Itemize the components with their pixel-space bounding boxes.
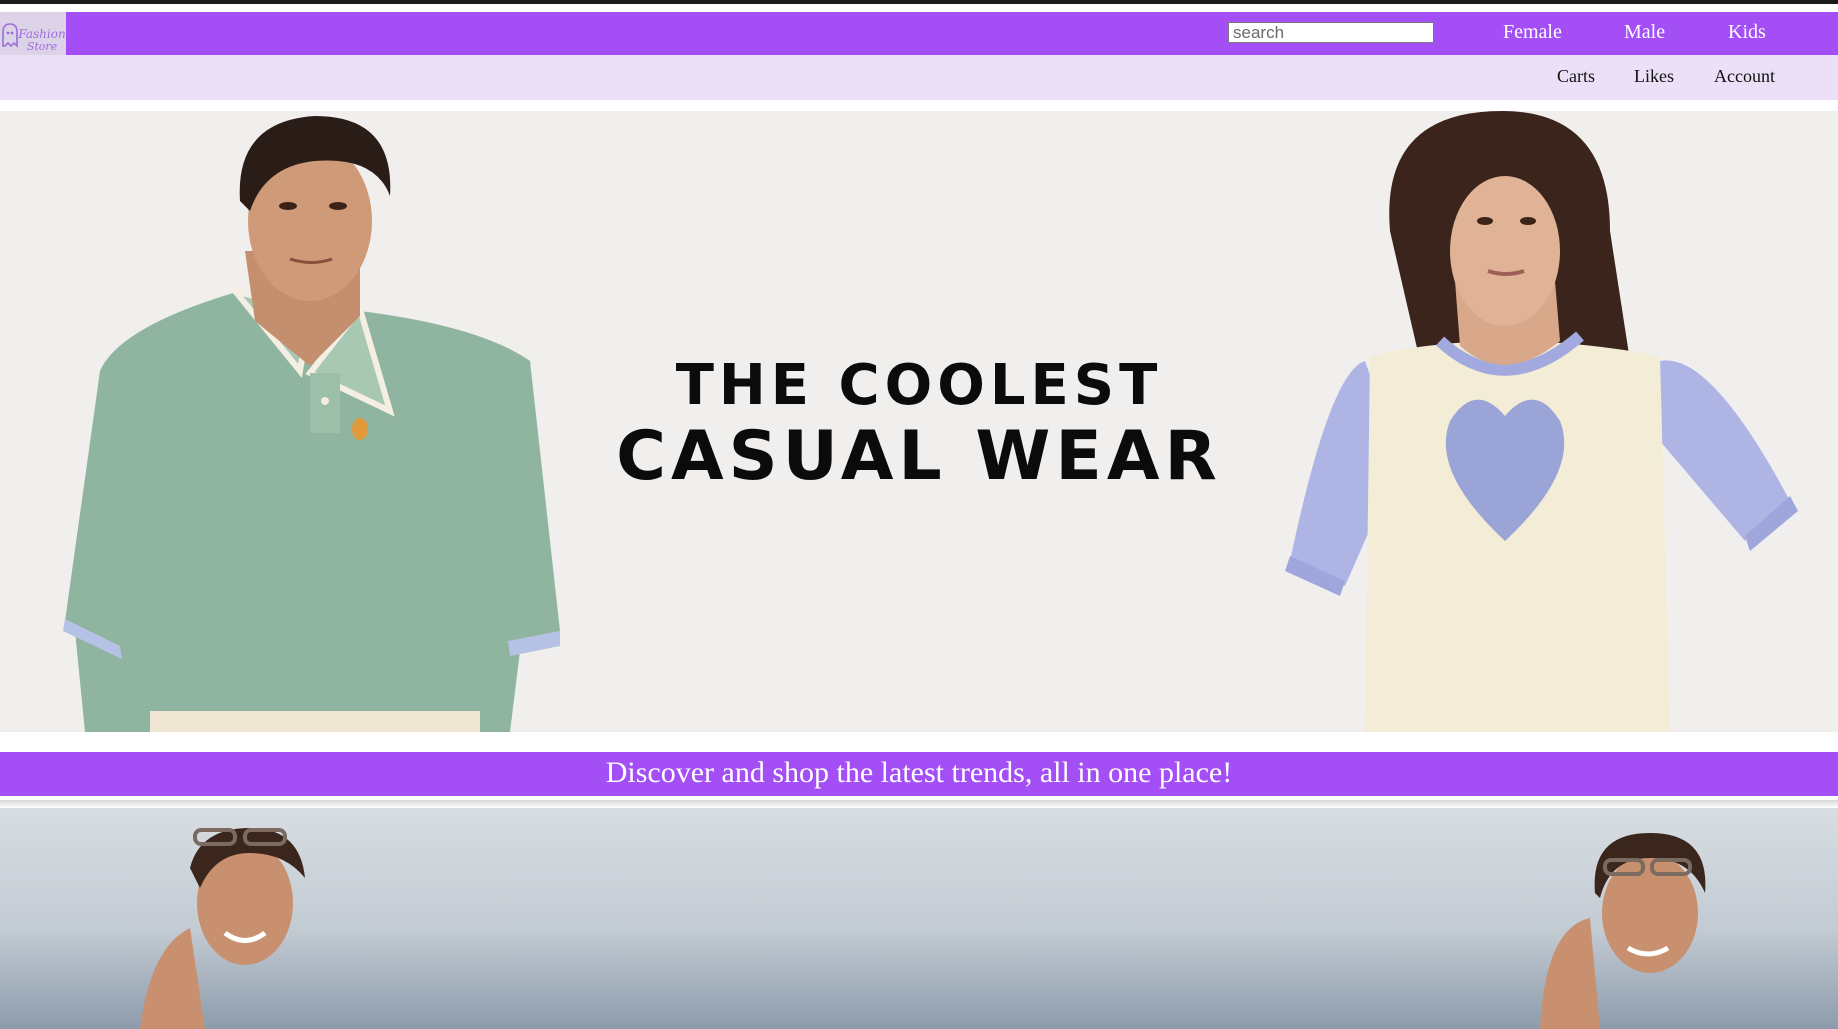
banner-shadow — [0, 800, 1838, 808]
secondary-navbar: Carts Likes Account — [0, 55, 1838, 100]
store-logo[interactable]: Fashion Store — [0, 12, 66, 55]
search-input[interactable] — [1228, 22, 1434, 43]
nav-link-female[interactable]: Female — [1503, 21, 1562, 44]
logo-text-store: Store — [27, 40, 58, 53]
nav-link-male[interactable]: Male — [1624, 21, 1665, 44]
logo-text-fashion: Fashion — [17, 27, 65, 41]
nav-link-account[interactable]: Account — [1714, 66, 1775, 87]
hero-banner[interactable]: THE COOLEST CASUAL WEAR — [0, 111, 1838, 732]
beach-banner[interactable] — [0, 808, 1838, 1029]
top-border-line — [0, 0, 1838, 4]
beach-models-image — [140, 828, 1706, 1029]
nav-link-likes[interactable]: Likes — [1634, 66, 1674, 87]
nav-link-kids[interactable]: Kids — [1728, 21, 1766, 44]
primary-navbar: Fashion Store Female Male Kids — [0, 12, 1838, 55]
tagline-banner: Discover and shop the latest trends, all… — [0, 752, 1838, 796]
tagline-text: Discover and shop the latest trends, all… — [605, 756, 1233, 789]
nav-link-carts[interactable]: Carts — [1557, 66, 1595, 87]
female-model-image — [1285, 111, 1798, 732]
